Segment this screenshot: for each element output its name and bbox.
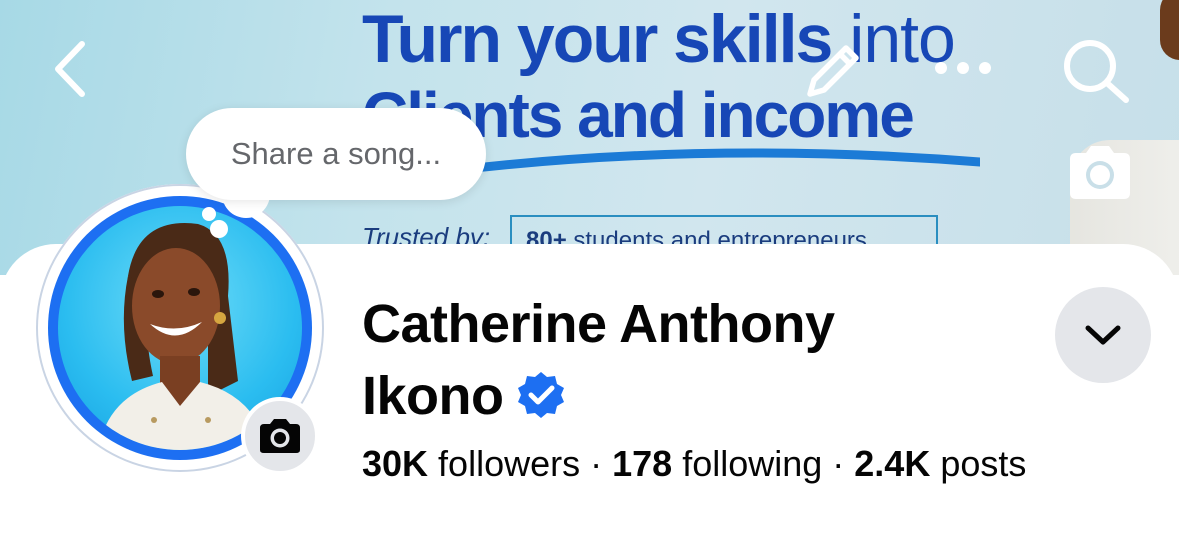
- posts-count: 2.4K: [854, 443, 931, 484]
- stats-separator: ·: [590, 443, 603, 484]
- song-bubble-dot: [202, 207, 216, 221]
- share-song-placeholder: Share a song...: [230, 136, 442, 171]
- avatar-status-dot: [210, 220, 228, 238]
- following-stat[interactable]: 178 following: [612, 443, 822, 484]
- cover-swoosh-decoration: [440, 148, 980, 177]
- camera-icon: [260, 419, 300, 453]
- share-song-bubble[interactable]: Share a song...: [186, 108, 486, 200]
- followers-stat[interactable]: 30K followers: [362, 443, 580, 484]
- profile-name-line1: Catherine Anthony: [362, 294, 835, 354]
- chevron-down-icon: [1085, 325, 1121, 345]
- profile-stats: 30K followers · 178 following · 2.4K posts: [362, 442, 1026, 486]
- camera-icon[interactable]: [1066, 143, 1134, 201]
- verified-badge-icon: [517, 371, 564, 418]
- stats-separator: ·: [832, 443, 845, 484]
- cover-headline-bold: Turn your skills: [362, 1, 833, 77]
- followers-label: followers: [428, 443, 581, 484]
- profile-name-line2-wrap: Ikono: [362, 360, 1002, 432]
- posts-stat[interactable]: 2.4K posts: [854, 443, 1026, 484]
- following-count: 178: [612, 443, 673, 484]
- more-dots-icon[interactable]: [932, 58, 994, 78]
- followers-count: 30K: [362, 443, 429, 484]
- cover-person-hair: [1160, 0, 1179, 60]
- search-icon[interactable]: [1058, 36, 1132, 106]
- following-label: following: [672, 443, 823, 484]
- profile-name: Catherine Anthony Ikono: [362, 288, 1002, 432]
- pencil-icon[interactable]: [800, 38, 866, 104]
- avatar-camera-button[interactable]: [241, 397, 319, 475]
- expand-profile-button[interactable]: [1055, 287, 1151, 383]
- profile-name-line2: Ikono: [362, 366, 504, 426]
- posts-label: posts: [930, 443, 1027, 484]
- chevron-left-icon[interactable]: [48, 38, 92, 100]
